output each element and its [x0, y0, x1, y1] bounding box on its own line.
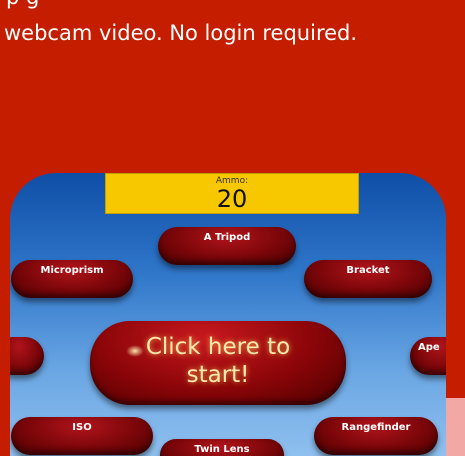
target-label: Twin Lens	[194, 444, 250, 455]
ammo-value: 20	[216, 185, 248, 213]
intro-line-1: p g	[6, 0, 39, 10]
target-tripod[interactable]: A Tripod	[158, 227, 296, 265]
target-rangefinder[interactable]: Rangefinder	[314, 417, 438, 455]
target-left-partial[interactable]	[10, 337, 44, 375]
target-twin-lens[interactable]: Twin Lens	[160, 439, 284, 456]
target-label: A Tripod	[203, 232, 251, 243]
target-label: Rangefinder	[341, 422, 411, 433]
start-label-line2: start!	[186, 362, 250, 388]
start-label-line1: Click here to	[145, 334, 291, 360]
target-label: Ape	[418, 342, 440, 353]
shine-highlight	[126, 345, 144, 357]
target-label: Microprism	[40, 265, 104, 276]
target-label: Bracket	[346, 265, 390, 276]
target-label: ISO	[72, 422, 92, 433]
target-iso[interactable]: ISO	[11, 417, 153, 455]
game-area[interactable]: Ammo: 20 A Tripod Microprism Bracket Cli…	[10, 173, 446, 456]
target-ape[interactable]: Ape	[410, 337, 446, 375]
target-microprism[interactable]: Microprism	[11, 260, 133, 298]
start-button[interactable]: Click here to start!	[90, 321, 346, 405]
intro-line-2: webcam video. No login required.	[4, 21, 358, 45]
ammo-counter: Ammo: 20	[105, 173, 359, 214]
target-bracket[interactable]: Bracket	[304, 260, 432, 298]
